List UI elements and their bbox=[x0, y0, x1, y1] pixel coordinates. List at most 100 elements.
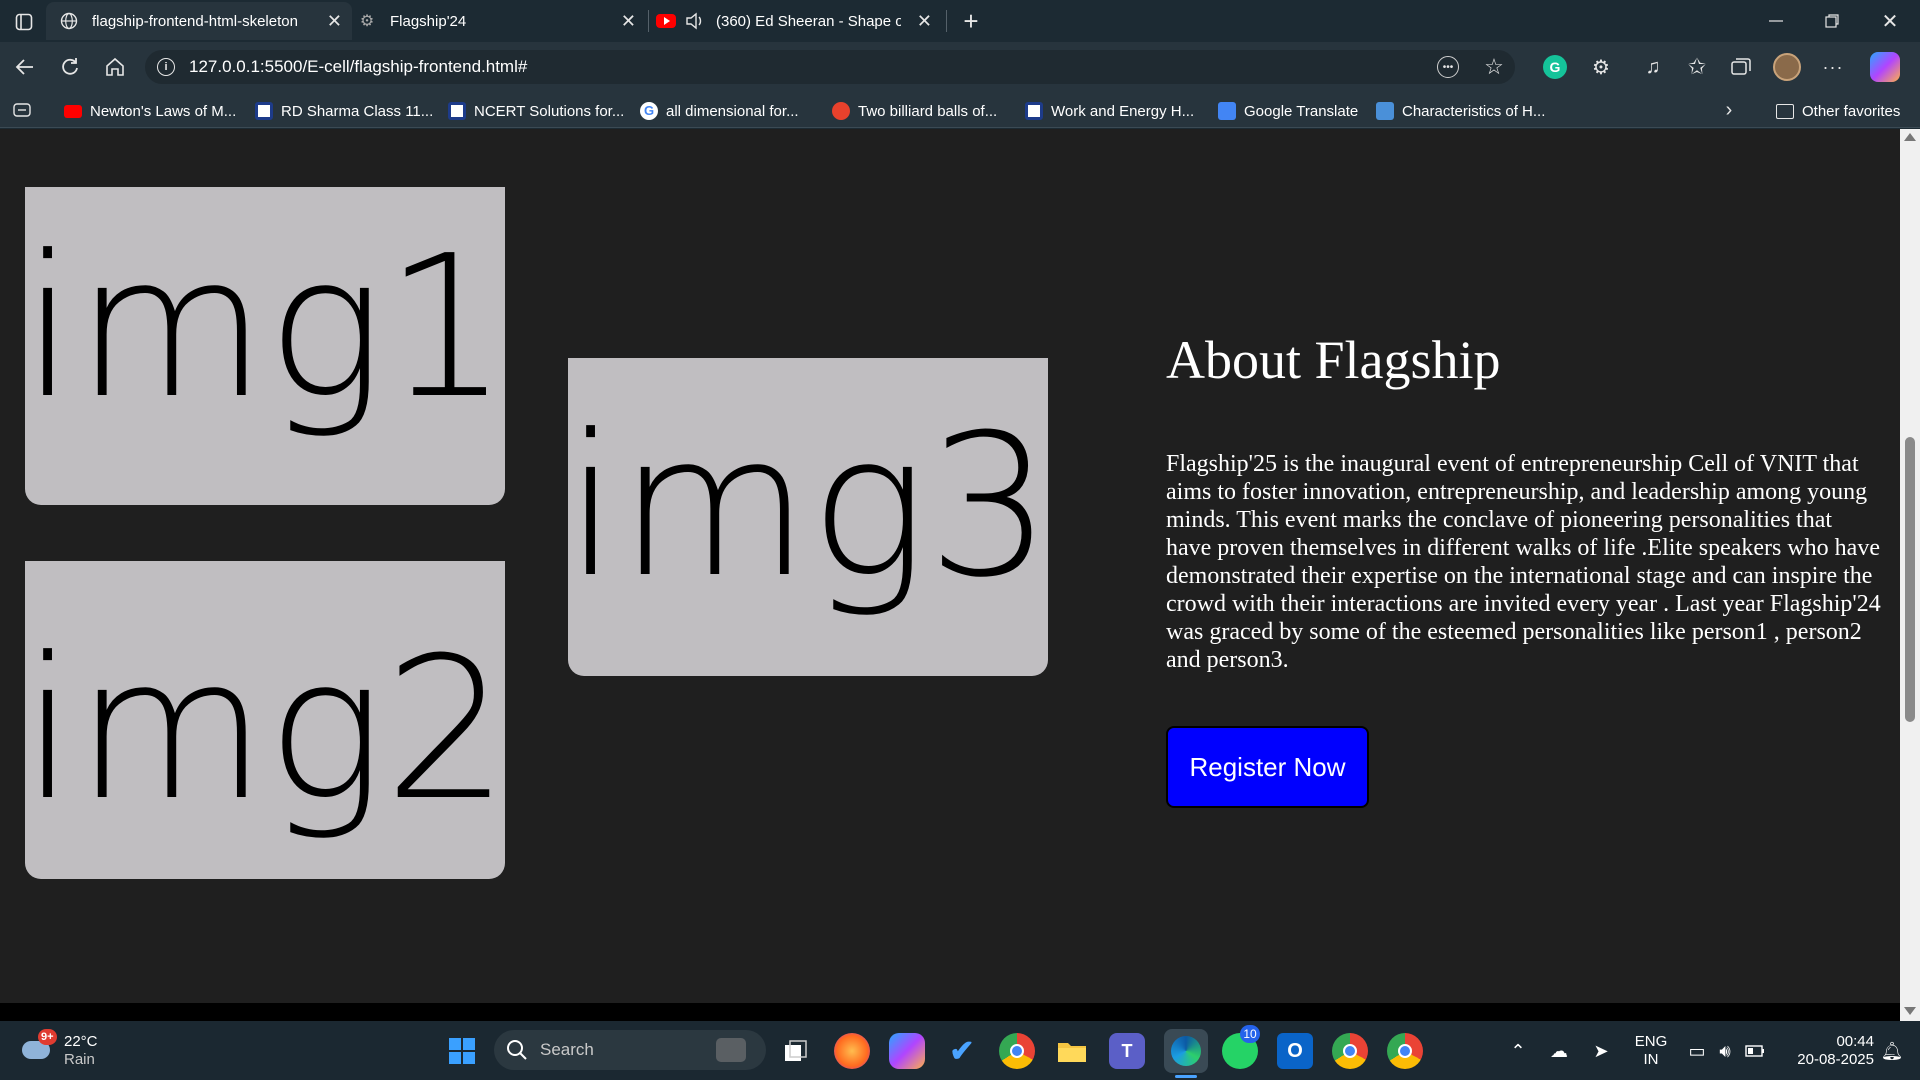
more-options-icon[interactable]: ··· bbox=[1820, 54, 1846, 80]
back-icon[interactable] bbox=[10, 52, 40, 82]
bookmark-google-translate[interactable]: Google Translate bbox=[1218, 100, 1358, 122]
firefox-icon[interactable] bbox=[834, 1033, 870, 1069]
active-app-indicator bbox=[1175, 1075, 1197, 1078]
bookmark-newton[interactable]: Newton's Laws of M... bbox=[64, 100, 236, 122]
page-scrollbar[interactable] bbox=[1900, 129, 1920, 1021]
search-icon bbox=[506, 1039, 528, 1061]
camera-icon bbox=[716, 1038, 746, 1062]
scroll-down-icon[interactable] bbox=[1904, 1007, 1916, 1015]
chrome-profile-icon[interactable] bbox=[1332, 1033, 1368, 1069]
bookmarks-bar: Newton's Laws of M... RD Sharma Class 11… bbox=[0, 92, 1920, 128]
sidebar-toggle-icon[interactable] bbox=[10, 100, 34, 120]
web-page: img1 img2 img3 About Flagship Flagship'2… bbox=[0, 129, 1900, 1003]
about-heading: About Flagship bbox=[1166, 330, 1501, 390]
reading-mode-icon[interactable]: ••• bbox=[1437, 56, 1459, 78]
clock-time: 00:44 bbox=[1836, 1033, 1874, 1050]
close-tab-icon[interactable]: ✕ bbox=[327, 11, 342, 32]
search-placeholder: Search bbox=[540, 1040, 594, 1059]
language-indicator[interactable]: ENG IN bbox=[1630, 1033, 1672, 1069]
network-icon[interactable]: ▭ bbox=[1684, 1033, 1710, 1069]
image-placeholder-3: img3 bbox=[564, 358, 1052, 676]
show-hidden-icons-chevron[interactable]: ⌃ bbox=[1506, 1033, 1530, 1069]
copilot-icon[interactable] bbox=[1870, 52, 1900, 82]
windows-taskbar: 9+ 22°C Rain Search ✔ T 10 O ⌃ ☁ ➤ ENG I… bbox=[0, 1021, 1920, 1080]
teams-icon[interactable]: T bbox=[1109, 1033, 1145, 1069]
bookmark-site-icon bbox=[1376, 102, 1394, 120]
close-tab-icon[interactable]: ✕ bbox=[917, 11, 932, 32]
image-placeholder-2: img2 bbox=[21, 561, 509, 879]
chrome-icon[interactable] bbox=[999, 1033, 1035, 1069]
favorites-icon[interactable]: ✩ bbox=[1684, 54, 1710, 80]
close-window-icon[interactable]: ✕ bbox=[1870, 6, 1910, 36]
speaker-icon[interactable] bbox=[684, 10, 706, 32]
task-view-icon[interactable] bbox=[778, 1033, 814, 1069]
youtube-icon bbox=[64, 104, 82, 118]
minimize-icon[interactable] bbox=[1756, 6, 1796, 36]
notification-bell-icon[interactable]: 🔔︎ bbox=[1878, 1033, 1906, 1069]
bookmark-site-icon bbox=[255, 102, 273, 120]
other-favorites[interactable]: Other favorites bbox=[1776, 100, 1900, 122]
globe-icon bbox=[58, 10, 80, 32]
folder-icon bbox=[1776, 103, 1794, 119]
bookmark-ncert[interactable]: NCERT Solutions for... bbox=[448, 100, 624, 122]
clock-date: 20-08-2025 bbox=[1797, 1051, 1874, 1068]
battery-icon[interactable] bbox=[1742, 1033, 1768, 1069]
tab-divider bbox=[946, 10, 947, 32]
collections-icon[interactable] bbox=[1728, 54, 1754, 80]
file-explorer-icon[interactable] bbox=[1054, 1033, 1090, 1069]
whatsapp-icon[interactable]: 10 bbox=[1222, 1025, 1260, 1069]
weather-desc: Rain bbox=[64, 1051, 95, 1068]
bookmark-work-energy[interactable]: Work and Energy H... bbox=[1025, 100, 1194, 122]
home-icon[interactable] bbox=[100, 52, 130, 82]
google-icon: G bbox=[640, 102, 658, 120]
page-bottom-strip bbox=[0, 1003, 1900, 1021]
copilot-app-icon[interactable] bbox=[889, 1033, 925, 1069]
register-now-button[interactable]: Register Now bbox=[1166, 726, 1369, 808]
bookmark-rd-sharma[interactable]: RD Sharma Class 11... bbox=[255, 100, 433, 122]
weather-temp: 22°C bbox=[64, 1033, 98, 1050]
tab-flagship-frontend[interactable]: flagship-frontend-html-skeleton ✕ bbox=[46, 2, 352, 40]
grammarly-icon[interactable]: G bbox=[1543, 55, 1567, 79]
tab-actions-icon[interactable] bbox=[12, 10, 36, 34]
address-bar[interactable]: i 127.0.0.1:5500/E-cell/flagship-fronten… bbox=[145, 50, 1515, 84]
info-icon[interactable]: i bbox=[157, 58, 175, 76]
loading-icon: ⚙ bbox=[359, 13, 375, 30]
weather-widget[interactable]: 9+ 22°C Rain bbox=[18, 1029, 118, 1073]
refresh-icon[interactable] bbox=[55, 52, 85, 82]
google-translate-icon bbox=[1218, 102, 1236, 120]
volume-icon[interactable]: 🔊︎ bbox=[1712, 1033, 1738, 1069]
scrollbar-thumb[interactable] bbox=[1905, 437, 1915, 722]
edge-icon[interactable] bbox=[1164, 1029, 1208, 1073]
chevron-right-icon[interactable]: › bbox=[1718, 98, 1740, 122]
outlook-icon[interactable]: O bbox=[1277, 1033, 1313, 1069]
extensions-icon[interactable]: ⚙ bbox=[1588, 54, 1614, 80]
clock[interactable]: 00:44 20-08-2025 bbox=[1784, 1033, 1874, 1069]
about-paragraph: Flagship'25 is the inaugural event of en… bbox=[1166, 451, 1881, 673]
restore-icon[interactable] bbox=[1812, 6, 1852, 36]
chrome-profile-icon-2[interactable] bbox=[1387, 1033, 1423, 1069]
new-tab-icon[interactable]: + bbox=[956, 6, 986, 36]
windows-start-icon[interactable] bbox=[444, 1033, 480, 1069]
tab-title: flagship-frontend-html-skeleton bbox=[92, 12, 298, 30]
bookmark-site-icon bbox=[832, 102, 850, 120]
location-icon[interactable]: ➤ bbox=[1588, 1033, 1614, 1069]
bookmark-dimensional[interactable]: G all dimensional for... bbox=[640, 100, 799, 122]
browser-toolbar: i 127.0.0.1:5500/E-cell/flagship-fronten… bbox=[0, 42, 1920, 92]
scroll-up-icon[interactable] bbox=[1904, 133, 1916, 141]
tab-divider bbox=[648, 10, 649, 32]
taskbar-search[interactable]: Search bbox=[494, 1030, 766, 1070]
youtube-icon bbox=[656, 14, 676, 28]
favorite-star-icon[interactable]: ☆ bbox=[1481, 54, 1507, 80]
close-tab-icon[interactable]: ✕ bbox=[621, 11, 636, 32]
profile-avatar[interactable] bbox=[1773, 53, 1801, 81]
image-placeholder-1: img1 bbox=[21, 187, 509, 505]
tab-flagship24[interactable]: ⚙ Flagship'24 ✕ bbox=[352, 2, 646, 40]
todo-icon[interactable]: ✔ bbox=[944, 1033, 980, 1069]
tab-title: Flagship'24 bbox=[390, 12, 467, 30]
onedrive-icon[interactable]: ☁ bbox=[1546, 1033, 1572, 1069]
weather-alert-badge: 9+ bbox=[38, 1029, 57, 1045]
bookmark-billiard[interactable]: Two billiard balls of... bbox=[832, 100, 997, 122]
bookmark-characteristics[interactable]: Characteristics of H... bbox=[1376, 100, 1545, 122]
media-control-icon[interactable]: ♫ bbox=[1640, 54, 1666, 80]
tab-youtube[interactable]: (360) Ed Sheeran - Shape of ✕ bbox=[652, 2, 942, 40]
